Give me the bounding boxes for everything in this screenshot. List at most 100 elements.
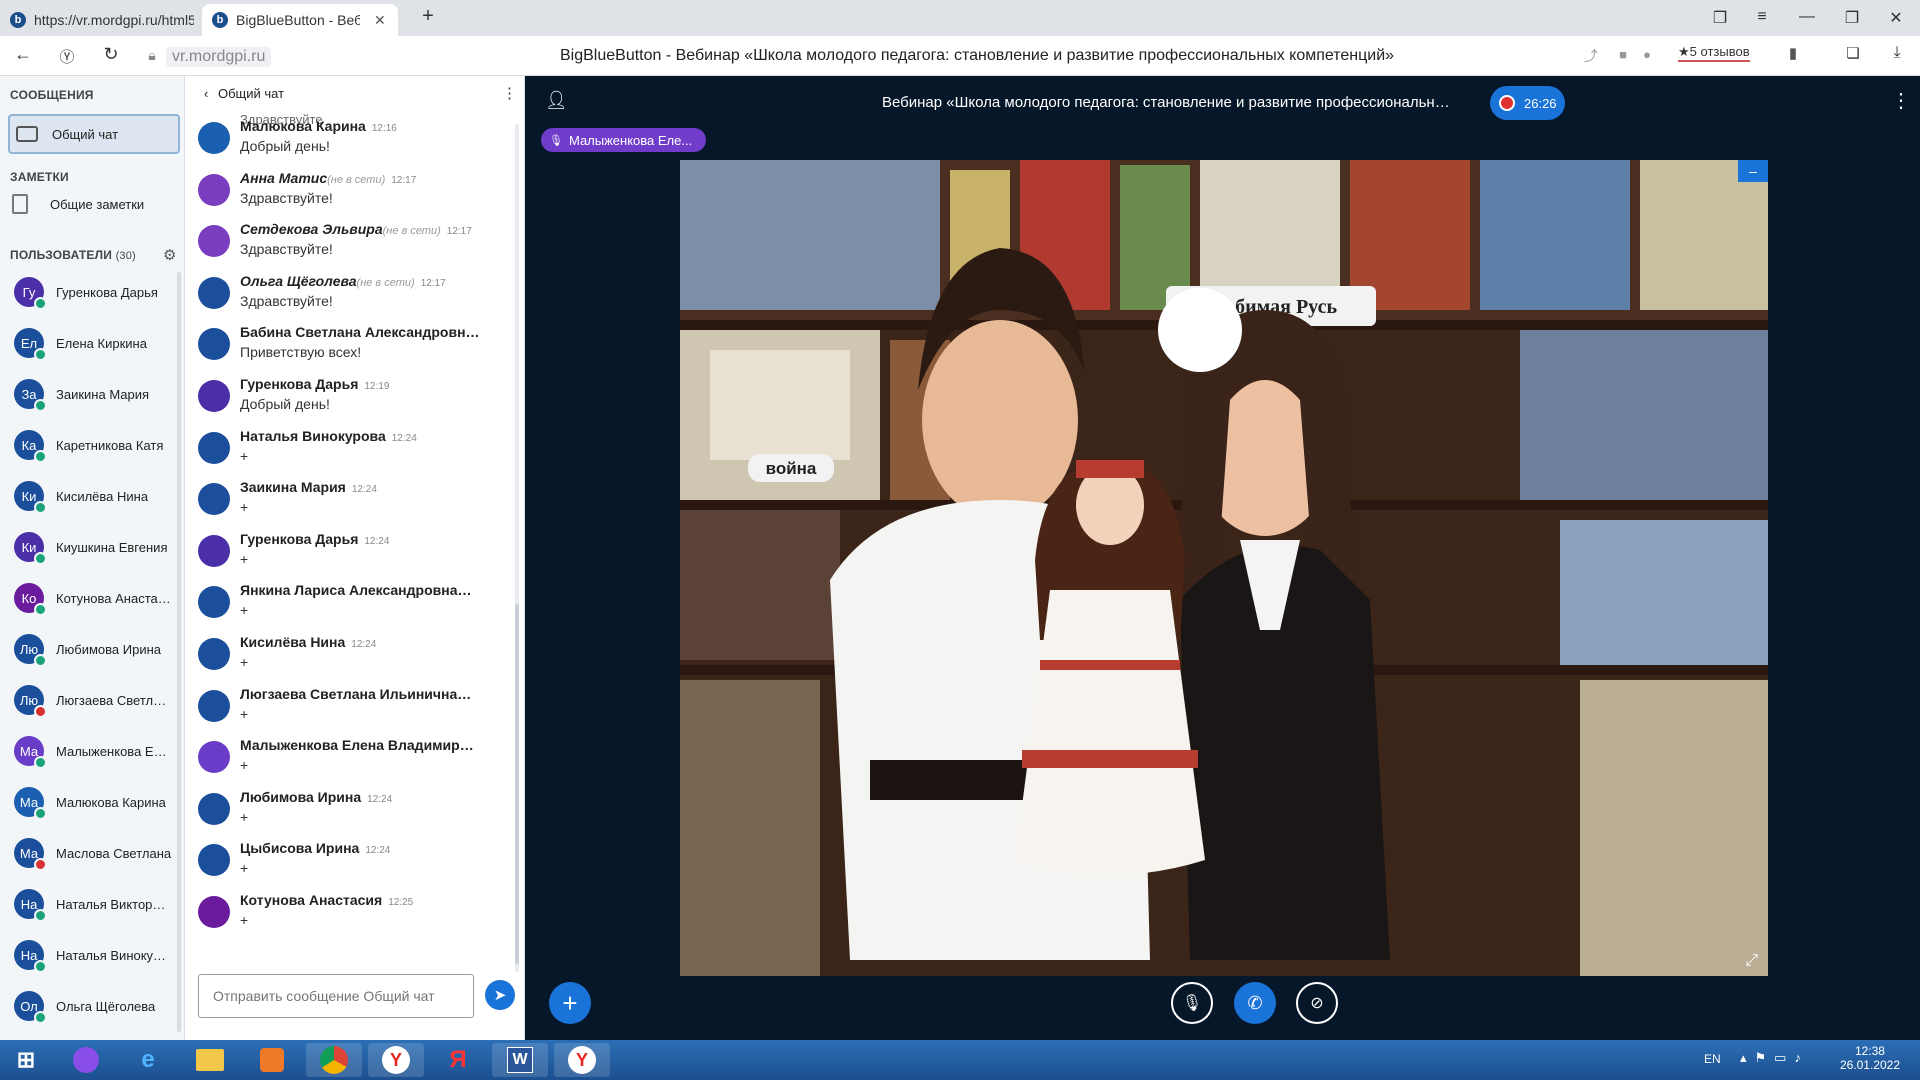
leave-audio-button[interactable]: ✆ bbox=[1234, 982, 1276, 1024]
start-button[interactable]: ⊞ bbox=[2, 1043, 50, 1077]
user-list-item[interactable]: Ки Киушкина Евгения bbox=[14, 527, 179, 567]
phone-icon: ✆ bbox=[1247, 992, 1263, 1013]
avatar: Ка bbox=[14, 430, 47, 463]
listen-only-icon bbox=[34, 297, 47, 310]
chat-header[interactable]: ‹ Общий чат bbox=[204, 86, 284, 101]
taskbar-media-player[interactable] bbox=[244, 1043, 300, 1077]
user-list-panel: СООБЩЕНИЯ Общий чат ЗАМЕТКИ Общие заметк… bbox=[0, 76, 185, 1040]
page-title: BigBlueButton - Вебинар «Школа молодого … bbox=[560, 47, 1395, 64]
user-name: Каретникова Катя bbox=[56, 437, 164, 453]
listen-only-icon bbox=[34, 552, 47, 565]
clock[interactable]: 12:38 26.01.2022 bbox=[1840, 1044, 1900, 1072]
message-author: Гуренкова Дарья 12:19 bbox=[240, 376, 389, 392]
chat-scroll-thumb[interactable] bbox=[515, 604, 519, 964]
meeting-options-icon[interactable]: ⋮ bbox=[1891, 88, 1911, 113]
restore-button[interactable]: ❐ bbox=[1842, 8, 1862, 28]
user-list-item[interactable]: Ма Маслова Светлана bbox=[14, 833, 179, 873]
bookmarks-icon[interactable]: ❐ bbox=[1710, 8, 1730, 28]
user-list-item[interactable]: Ка Каретникова Катя bbox=[14, 425, 179, 465]
author-name: Заикина Мария bbox=[240, 479, 346, 496]
presentation-area: 👤︎ Вебинар «Школа молодого педагога: ста… bbox=[525, 76, 1920, 1040]
taskbar-yandex[interactable]: Я bbox=[430, 1043, 486, 1077]
microphone-icon[interactable]: ● bbox=[1636, 47, 1658, 62]
new-tab-button[interactable]: + bbox=[418, 5, 438, 28]
minimize-presentation-button[interactable]: – bbox=[1738, 160, 1768, 182]
browser-tab-2[interactable]: b BigBlueButton - Веб ✕ bbox=[202, 4, 398, 36]
message-text: + bbox=[240, 860, 249, 877]
user-list-item[interactable]: Лю Люгзаева Светлана bbox=[14, 680, 179, 720]
user-list-item[interactable]: Ол Ольга Щёголева bbox=[14, 986, 179, 1026]
avatar bbox=[198, 534, 230, 567]
chat-options-icon[interactable]: ⋮ bbox=[502, 84, 517, 102]
user-list-scrollbar[interactable] bbox=[177, 272, 181, 1032]
reload-icon[interactable]: ↻ bbox=[100, 44, 122, 65]
listen-only-icon bbox=[34, 756, 47, 769]
send-button[interactable]: ➤ bbox=[485, 980, 515, 1010]
user-list-item[interactable]: Ел Елена Киркина bbox=[14, 323, 179, 363]
user-list-item[interactable]: Лю Любимова Ирина bbox=[14, 629, 179, 669]
tray-icons[interactable]: ▴⚑▭♪ bbox=[1740, 1050, 1809, 1066]
user-list-item[interactable]: На Наталья Винокурова bbox=[14, 935, 179, 975]
actions-plus-button[interactable]: + bbox=[549, 982, 591, 1024]
chat-message: Анна Матис(не в сети) 12:17 Здравствуйте! bbox=[198, 170, 508, 218]
chat-message-input[interactable] bbox=[198, 974, 474, 1018]
share-icon[interactable]: ⤴ bbox=[1580, 46, 1602, 66]
minimize-button[interactable]: — bbox=[1797, 8, 1817, 26]
user-list-toggle-icon[interactable]: 👤︎ bbox=[545, 90, 568, 111]
user-list-item[interactable]: Гу Гуренкова Дарья bbox=[14, 272, 179, 312]
close-window-button[interactable]: ✕ bbox=[1886, 8, 1906, 28]
taskbar-yandex-browser[interactable]: Y bbox=[368, 1043, 424, 1077]
message-author: Ольга Щёголева(не в сети) 12:17 bbox=[240, 273, 446, 289]
user-list-item[interactable]: За Заикина Мария bbox=[14, 374, 179, 414]
yandex-icon[interactable]: Ⓨ bbox=[56, 46, 78, 67]
share-webcam-button[interactable]: ⊘ bbox=[1296, 982, 1338, 1024]
bookmark-icon[interactable]: ▮ bbox=[1782, 44, 1804, 62]
author-name: Котунова Анастасия bbox=[240, 892, 383, 908]
microphone-muted-icon bbox=[34, 705, 47, 718]
message-text: Здравствуйте! bbox=[240, 241, 333, 258]
message-author: Бабина Светлана Александровна12:19 bbox=[240, 324, 480, 340]
chat-scrollbar[interactable] bbox=[515, 124, 519, 972]
recording-indicator[interactable]: 26:26 bbox=[1490, 86, 1565, 120]
public-chat-item[interactable]: Общий чат bbox=[8, 114, 180, 154]
fullscreen-icon[interactable]: ⤢ bbox=[1745, 952, 1758, 970]
message-text: + bbox=[240, 602, 249, 619]
notes-header: ЗАМЕТКИ bbox=[10, 170, 69, 184]
download-icon[interactable]: ⤓ bbox=[1886, 44, 1908, 62]
taskbar-word[interactable]: W bbox=[492, 1043, 548, 1077]
listen-only-icon bbox=[34, 603, 47, 616]
user-name: Ольга Щёголева bbox=[56, 998, 156, 1014]
taskbar-alice[interactable] bbox=[58, 1043, 114, 1077]
message-time: 12:16 bbox=[371, 123, 397, 134]
taskbar-explorer[interactable] bbox=[182, 1043, 238, 1077]
message-text: + bbox=[240, 705, 249, 722]
back-icon[interactable]: ← bbox=[12, 44, 34, 65]
message-time: 12:25 bbox=[388, 897, 414, 908]
collections-icon[interactable]: ❏ bbox=[1842, 44, 1864, 62]
user-list-item[interactable]: Ки Кисилёва Нина bbox=[14, 476, 179, 516]
user-list-item[interactable]: Ма Малюкова Карина bbox=[14, 782, 179, 822]
avatar: Гу bbox=[14, 277, 47, 310]
message-time: 12:19 bbox=[364, 381, 390, 392]
language-indicator[interactable]: EN bbox=[1704, 1052, 1721, 1066]
gear-icon[interactable]: ⚙ bbox=[163, 246, 176, 264]
chat-message: Гуренкова Дарья 12:24 + bbox=[198, 531, 508, 579]
user-name: Котунова Анастасия bbox=[56, 590, 172, 606]
taskbar-chrome[interactable] bbox=[306, 1043, 362, 1077]
camera-icon[interactable]: ■ bbox=[1612, 47, 1634, 62]
reviews-badge[interactable]: ★5 отзывов bbox=[1678, 44, 1750, 62]
user-list-item[interactable]: Ма Малыженкова Елена bbox=[14, 731, 179, 771]
shared-notes-item[interactable]: Общие заметки bbox=[12, 194, 144, 214]
menu-icon[interactable]: ≡ bbox=[1752, 8, 1772, 26]
user-list-item[interactable]: Ко Котунова Анастасия bbox=[14, 578, 179, 618]
unmute-button[interactable]: 🎙︎ bbox=[1171, 982, 1213, 1024]
taskbar-yandex-browser-2[interactable]: Y bbox=[554, 1043, 610, 1077]
taskbar-ie[interactable]: e bbox=[120, 1043, 176, 1077]
user-name: Кисилёва Нина bbox=[56, 488, 149, 504]
browser-tab-1[interactable]: b https://vr.mordgpi.ru/html5 bbox=[0, 4, 200, 36]
url-field[interactable]: vr.mordgpi.ru bbox=[166, 47, 272, 67]
message-time: 12:24 bbox=[391, 432, 417, 444]
user-list-item[interactable]: На Наталья Викторова bbox=[14, 884, 179, 924]
tab-close-icon[interactable]: ✕ bbox=[374, 12, 386, 29]
message-text: Добрый день! bbox=[240, 138, 330, 154]
